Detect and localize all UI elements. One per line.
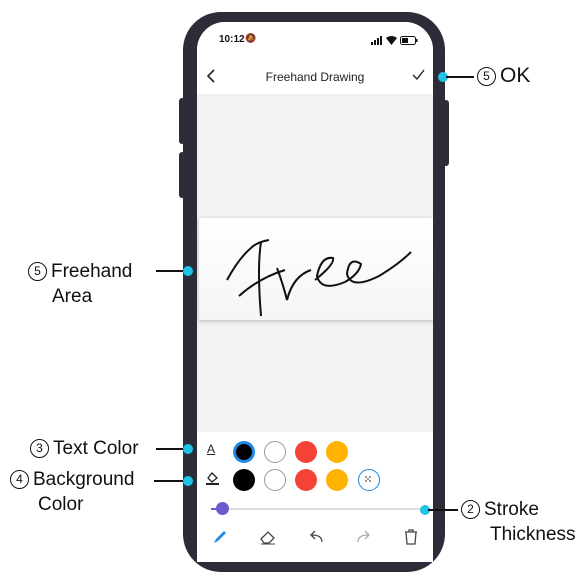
- undo-icon: [310, 530, 323, 543]
- status-bar: 10:12 🔕: [197, 22, 433, 62]
- transparent-grid-icon: [365, 476, 371, 482]
- bg-color-transparent[interactable]: [358, 469, 380, 491]
- callout-line: [156, 270, 184, 272]
- drawing-toolbar: A: [197, 432, 433, 562]
- wifi-icon: [386, 36, 397, 45]
- checkmark-icon: [412, 69, 425, 81]
- redo-icon: [357, 530, 370, 543]
- callout-freehand-area: 5 Freehand: [28, 260, 132, 284]
- callout-ok: 5 OK: [477, 64, 530, 88]
- callout-background-color-line2: Color: [38, 494, 84, 515]
- callout-dot: [183, 476, 193, 486]
- callout-dot: [183, 266, 193, 276]
- volume-button: [179, 98, 185, 144]
- nav-bar: Freehand Drawing: [197, 62, 433, 94]
- status-time: 10:12: [219, 34, 245, 45]
- eraser-icon: [260, 531, 275, 545]
- delete-button[interactable]: [403, 528, 419, 551]
- callout-line: [156, 448, 184, 450]
- pen-icon: [214, 531, 226, 543]
- battery-icon: [400, 36, 418, 45]
- text-color-white[interactable]: [264, 441, 286, 463]
- text-color-black[interactable]: [233, 441, 255, 463]
- bg-color-black[interactable]: [233, 469, 255, 491]
- text-color-red[interactable]: [295, 441, 317, 463]
- bg-color-yellow[interactable]: [326, 469, 348, 491]
- phone-screen: 10:12 🔕 Freehand Drawing A: [197, 22, 433, 562]
- callout-line: [154, 480, 184, 482]
- callout-stroke-thickness: 2 Stroke: [461, 498, 539, 522]
- pen-tool-button[interactable]: [211, 528, 229, 551]
- callout-line: [446, 76, 474, 78]
- callout-background-color: 4 Background: [10, 468, 134, 492]
- redo-button[interactable]: [355, 528, 373, 551]
- bg-color-red[interactable]: [295, 469, 317, 491]
- callout-freehand-area-line2: Area: [52, 286, 93, 307]
- power-button: [443, 100, 449, 166]
- callout-line: [428, 509, 458, 511]
- signal-icon: [371, 36, 382, 45]
- fill-color-icon: [206, 471, 219, 488]
- callout-text-color: 3 Text Color: [30, 437, 139, 461]
- freehand-stroke: [226, 239, 412, 317]
- stroke-slider-thumb[interactable]: [216, 502, 229, 515]
- ok-button[interactable]: [411, 67, 425, 86]
- trash-icon: [405, 529, 417, 545]
- eraser-tool-button[interactable]: [259, 528, 277, 551]
- page-title: Freehand Drawing: [265, 70, 365, 84]
- text-color-icon: A: [207, 442, 216, 456]
- text-color-yellow[interactable]: [326, 441, 348, 463]
- callout-dot: [183, 444, 193, 454]
- callout-stroke-thickness-line2: Thickness: [490, 524, 576, 545]
- volume-button: [179, 152, 185, 198]
- freehand-canvas[interactable]: [199, 218, 433, 320]
- bg-color-white[interactable]: [264, 469, 286, 491]
- stroke-slider-track[interactable]: [215, 508, 425, 510]
- undo-button[interactable]: [307, 528, 325, 551]
- silent-icon: 🔕: [245, 33, 257, 43]
